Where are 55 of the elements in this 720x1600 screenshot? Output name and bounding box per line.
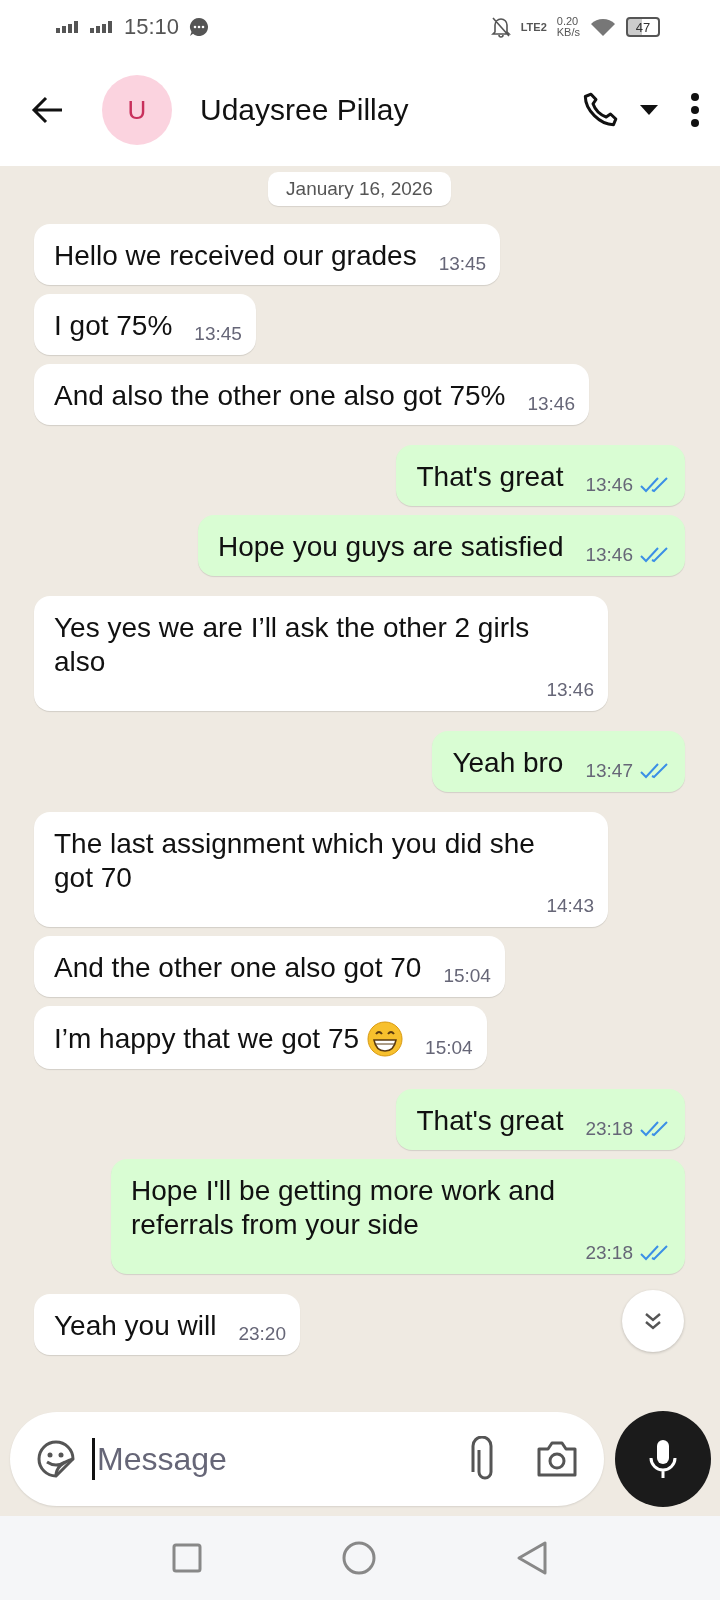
- message-field[interactable]: Message: [10, 1412, 604, 1506]
- message-time: 23:20: [238, 1323, 286, 1345]
- bell-off-icon: [490, 16, 511, 38]
- message-time: 13:45: [194, 323, 242, 345]
- contact-avatar[interactable]: U: [102, 75, 172, 145]
- message-text: I got 75%: [54, 309, 173, 343]
- message-time: 13:46: [585, 544, 633, 566]
- message-text: The last assignment which you did she got 70: [54, 827, 536, 895]
- message-text: Yeah you will: [54, 1309, 217, 1343]
- message-time: 13:45: [438, 253, 487, 275]
- recent-apps-icon[interactable]: [172, 1543, 202, 1573]
- message-text: I’m happy that we got 75: [54, 1022, 360, 1056]
- battery-icon: 47: [626, 17, 660, 37]
- camera-icon[interactable]: [536, 1440, 578, 1478]
- message-time: 23:18: [585, 1118, 633, 1140]
- message-text: That's great: [416, 460, 564, 494]
- double-check-icon: [639, 1244, 671, 1262]
- status-time: 15:10: [124, 14, 180, 40]
- wifi-icon: [590, 17, 616, 37]
- sticker-icon[interactable]: [36, 1439, 76, 1479]
- double-check-icon: [639, 1120, 671, 1138]
- home-icon[interactable]: [342, 1541, 376, 1575]
- message-input[interactable]: Message: [92, 1438, 452, 1480]
- double-check-icon: [639, 546, 671, 564]
- scroll-down-button[interactable]: [622, 1290, 684, 1352]
- message-text: Hope I'll be getting more work and referrals from your side: [131, 1174, 557, 1242]
- message-text: And the other one also got 70: [54, 951, 422, 985]
- network-type: LTE2: [520, 21, 547, 33]
- back-button[interactable]: [30, 95, 64, 125]
- signal-icon: [56, 21, 80, 33]
- microphone-icon: [648, 1438, 678, 1480]
- message-time: 13:46: [527, 393, 575, 415]
- message-time: 13:46: [585, 474, 633, 496]
- message-text: Hello we received our grades: [54, 239, 417, 273]
- message-time: 13:46: [546, 679, 594, 701]
- message-icon: [189, 17, 210, 37]
- message-time: 13:47: [585, 760, 633, 782]
- contact-name[interactable]: Udaysree Pillay: [200, 93, 580, 127]
- double-check-icon: [639, 762, 671, 780]
- message-text: That's great: [416, 1104, 564, 1138]
- message-time: 15:04: [425, 1037, 473, 1059]
- double-check-icon: [639, 476, 671, 494]
- message-time: 14:43: [546, 895, 594, 917]
- dropdown-caret-icon[interactable]: [640, 105, 658, 115]
- date-chip: January 16, 2026: [268, 172, 451, 206]
- message-time: 23:18: [585, 1242, 633, 1264]
- message-time: 15:04: [443, 965, 491, 987]
- more-options-icon[interactable]: [690, 93, 700, 127]
- message-text: And also the other one also got 75%: [54, 379, 506, 413]
- message-text: Hope you guys are satisfied: [217, 530, 564, 564]
- back-nav-icon[interactable]: [516, 1540, 548, 1576]
- message-text: Yeah bro: [452, 746, 564, 780]
- message-text: Yes yes we are I’ll ask the other 2 girls also: [54, 611, 531, 679]
- signal-icon: [90, 21, 114, 33]
- network-speed: 0.20 KB/s: [556, 16, 580, 38]
